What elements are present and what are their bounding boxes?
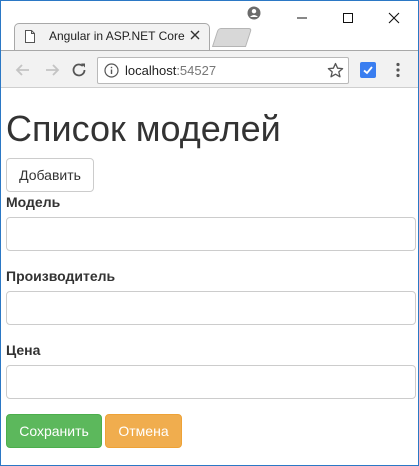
url-host: localhost xyxy=(125,63,177,78)
star-icon[interactable] xyxy=(327,62,344,79)
window-close-icon[interactable] xyxy=(371,1,416,33)
kebab-menu-icon[interactable] xyxy=(391,61,405,79)
url-port: :54527 xyxy=(176,63,217,78)
title-bar: Angular in ASP.NET Core xyxy=(1,1,418,51)
tab-content: Angular in ASP.NET Core xyxy=(14,23,200,50)
profile-icon[interactable] xyxy=(247,6,261,20)
browser-window: Angular in ASP.NET Core localhost:54527 … xyxy=(0,0,419,466)
forward-arrow-icon[interactable] xyxy=(42,60,62,80)
maximize-icon[interactable] xyxy=(325,1,370,33)
manufacturer-label: Производитель xyxy=(6,268,116,284)
url-text: localhost:54527 xyxy=(125,63,216,78)
price-input[interactable] xyxy=(6,365,416,399)
browser-toolbar: localhost:54527 xyxy=(1,50,418,88)
tab-title: Angular in ASP.NET Core xyxy=(49,29,185,43)
add-button[interactable]: Добавить xyxy=(6,158,94,192)
page-content: Список моделей Добавить Модель Производи… xyxy=(1,89,418,465)
reload-icon[interactable] xyxy=(69,60,89,80)
info-icon[interactable] xyxy=(104,63,119,78)
address-bar[interactable]: localhost:54527 xyxy=(97,57,349,84)
model-input[interactable] xyxy=(6,217,416,251)
back-arrow-icon[interactable] xyxy=(13,60,33,80)
save-button[interactable]: Сохранить xyxy=(6,414,102,448)
new-tab-button[interactable] xyxy=(211,28,253,47)
cancel-button[interactable]: Отмена xyxy=(105,414,182,448)
price-label: Цена xyxy=(6,342,41,358)
close-icon[interactable] xyxy=(188,28,202,42)
page-icon xyxy=(25,30,35,43)
minimize-icon[interactable] xyxy=(280,1,325,33)
model-label: Модель xyxy=(6,194,61,210)
page-title: Список моделей xyxy=(6,108,281,149)
extension-icon[interactable] xyxy=(360,62,376,78)
manufacturer-input[interactable] xyxy=(6,291,416,325)
